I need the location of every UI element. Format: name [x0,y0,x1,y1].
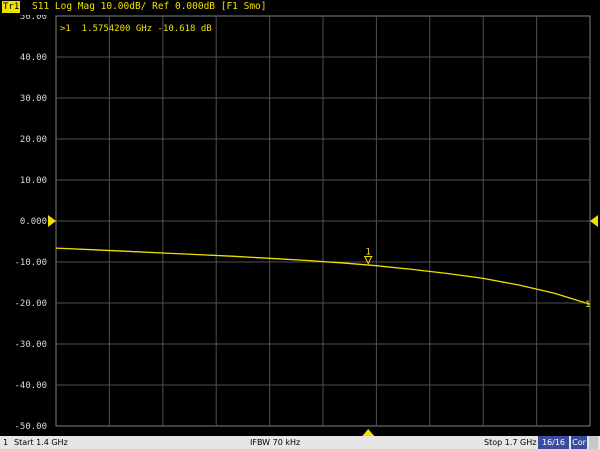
y-tick-label: 20.00 [20,135,47,145]
reference-level-right-arrow[interactable] [590,215,598,227]
channel-number: 1 [3,438,9,447]
trace-end-label: 1 [585,300,590,310]
y-tick-label: -20.00 [14,299,47,309]
reference-level-left-arrow[interactable] [48,215,56,227]
marker-1-label: 1 [366,248,371,258]
marker-readout: >1 1.5754200 GHz -10.618 dB [60,24,212,34]
y-tick-label: 10.00 [20,176,47,186]
trace-description: S11 Log Mag 10.00dB/ Ref 0.000dB [F1 Smo… [32,1,267,12]
y-tick-label: 0.000 [20,217,47,227]
y-tick-label: -30.00 [14,340,47,350]
y-tick-label: -50.00 [14,422,47,432]
y-tick-label: -40.00 [14,381,47,391]
marker-position-arrow[interactable] [362,429,375,436]
y-tick-label: 30.00 [20,94,47,104]
status-end-cell [589,436,598,449]
y-tick-label: 50.00 [20,15,47,22]
status-bar: 1 Start 1.4 GHz IFBW 70 kHz Stop 1.7 GHz… [0,436,600,449]
plot-area[interactable]: 50.00 40.00 30.00 20.00 10.00 0.000 -10.00 -20.… [0,15,600,436]
stop-frequency[interactable]: Stop 1.7 GHz [484,436,536,449]
trace-header: Tr1 S11 Log Mag 10.00dB/ Ref 0.000dB [F1… [0,0,600,15]
y-tick-label: -10.00 [14,258,47,268]
points-indicator[interactable]: 16/16 [538,436,569,449]
correction-indicator[interactable]: Cor [571,436,587,449]
start-frequency[interactable]: Start 1.4 GHz [14,436,68,449]
ifbw-setting[interactable]: IFBW 70 kHz [250,436,300,449]
trace-tag[interactable]: Tr1 [2,1,21,13]
y-tick-label: 40.00 [20,53,47,63]
